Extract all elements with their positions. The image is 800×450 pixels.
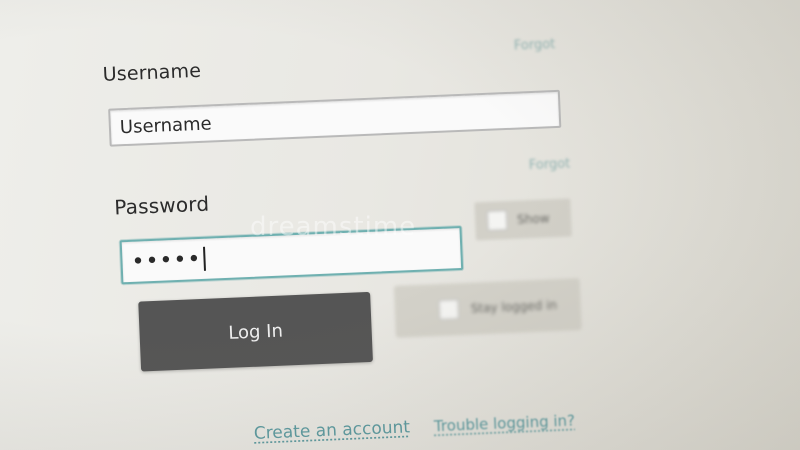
stay-logged-in-checkbox[interactable] [438,299,460,321]
username-input-value: Username [119,112,213,138]
stay-logged-in-label: Stay logged in [470,298,558,316]
forgot-password-link[interactable]: Forgot [529,156,571,173]
login-screen: Username Forgot Username Password Forgot… [0,0,800,450]
show-password-toggle[interactable]: Show [474,198,572,241]
show-password-label: Show [516,211,550,227]
login-form: Username Forgot Username Password Forgot… [100,37,616,450]
username-input[interactable]: Username [108,89,562,147]
password-input-value: ••••• [131,246,202,275]
trouble-logging-in-link[interactable]: Trouble logging in? [434,411,576,435]
account-links: Create an account Trouble logging in? [253,410,575,443]
forgot-username-link[interactable]: Forgot [514,37,556,54]
text-cursor [202,246,206,271]
password-label: Password [113,191,210,220]
create-account-link[interactable]: Create an account [253,417,410,444]
username-label: Username [102,59,202,86]
password-input[interactable]: ••••• [119,226,464,285]
login-button[interactable]: Log In [138,291,373,372]
show-password-checkbox[interactable] [486,210,508,231]
stay-logged-in-toggle[interactable]: Stay logged in [393,278,582,338]
